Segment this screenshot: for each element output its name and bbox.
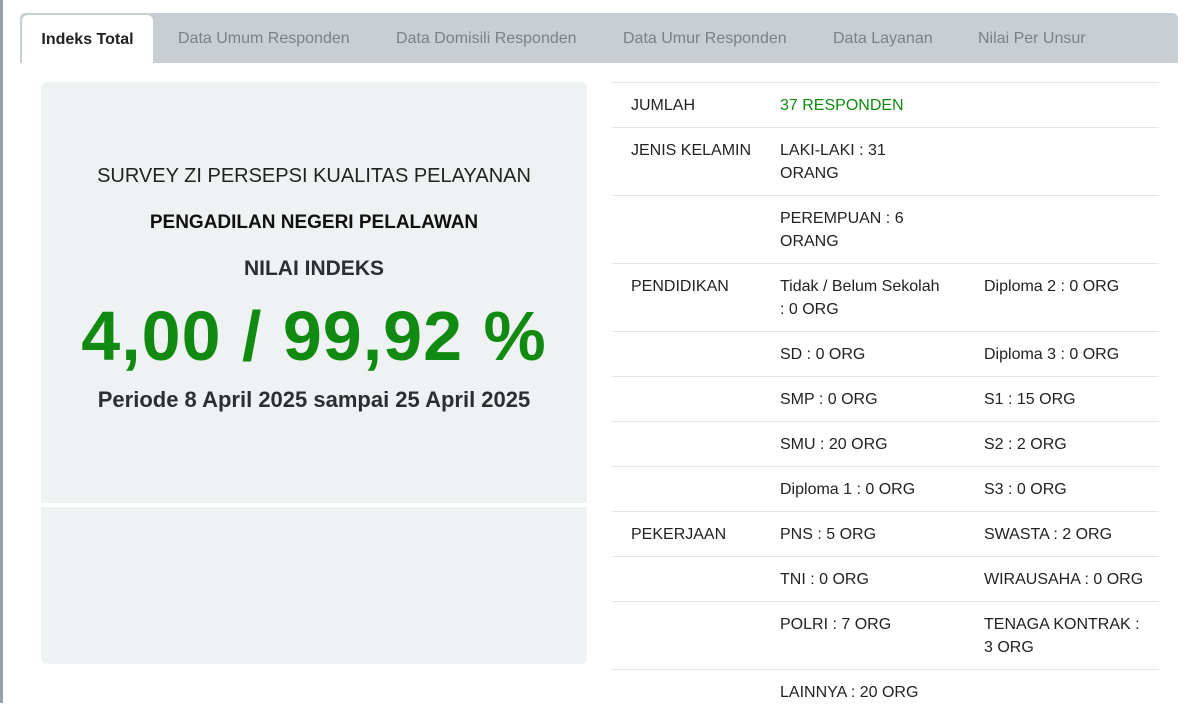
- table-cell: POLRI : 7 ORG: [780, 602, 957, 670]
- tab-indeks-total[interactable]: Indeks Total: [22, 15, 153, 63]
- tab-bar: Indeks Total Data Umum Responden Data Do…: [20, 13, 1178, 63]
- table-cell: LAINNYA : 20 ORG: [780, 670, 957, 714]
- tab-data-domisili-responden[interactable]: Data Domisili Responden: [396, 13, 577, 63]
- table-cell: Diploma 2 : 0 ORG: [957, 264, 1159, 332]
- table-row: JUMLAH 37 RESPONDEN: [612, 83, 1159, 128]
- table-cell: PNS : 5 ORG: [780, 512, 957, 557]
- row-label: JUMLAH: [612, 83, 780, 128]
- table-cell: SD : 0 ORG: [780, 332, 957, 377]
- table-row: PEREMPUAN : 6 ORANG: [612, 196, 1159, 264]
- respondent-table: JUMLAH 37 RESPONDEN JENIS KELAMIN LAKI-L…: [612, 82, 1159, 714]
- survey-period: Periode 8 April 2025 sampai 25 April 202…: [41, 387, 587, 413]
- table-cell: Diploma 1 : 0 ORG: [780, 467, 957, 512]
- table-cell: SMP : 0 ORG: [780, 377, 957, 422]
- table-row: SD : 0 ORG Diploma 3 : 0 ORG: [612, 332, 1159, 377]
- table-row: PENDIDIKAN Tidak / Belum Sekolah : 0 ORG…: [612, 264, 1159, 332]
- institution-name: PENGADILAN NEGERI PELALAWAN: [41, 212, 587, 234]
- row-label: JENIS KELAMIN: [612, 128, 780, 196]
- table-row: Diploma 1 : 0 ORG S3 : 0 ORG: [612, 467, 1159, 512]
- table-row: SMU : 20 ORG S2 : 2 ORG: [612, 422, 1159, 467]
- total-respondents: 37 RESPONDEN: [780, 83, 957, 128]
- table-row: JENIS KELAMIN LAKI-LAKI : 31 ORANG: [612, 128, 1159, 196]
- index-summary-panel-footer: [41, 507, 587, 664]
- table-cell: TENAGA KONTRAK : 3 ORG: [957, 602, 1159, 670]
- tab-data-umur-responden[interactable]: Data Umur Responden: [623, 13, 787, 63]
- table-cell: Diploma 3 : 0 ORG: [957, 332, 1159, 377]
- table-cell: LAKI-LAKI : 31 ORANG: [780, 128, 957, 196]
- table-cell: S1 : 15 ORG: [957, 377, 1159, 422]
- table-cell: SMU : 20 ORG: [780, 422, 957, 467]
- table-cell: SWASTA : 2 ORG: [957, 512, 1159, 557]
- table-cell: Tidak / Belum Sekolah : 0 ORG: [780, 264, 957, 332]
- row-label: PEKERJAAN: [612, 512, 780, 557]
- table-row: PEKERJAAN PNS : 5 ORG SWASTA : 2 ORG: [612, 512, 1159, 557]
- table-cell: TNI : 0 ORG: [780, 557, 957, 602]
- table-row: SMP : 0 ORG S1 : 15 ORG: [612, 377, 1159, 422]
- index-label: NILAI INDEKS: [41, 257, 587, 281]
- index-summary-panel: [41, 82, 587, 503]
- tab-nilai-per-unsur[interactable]: Nilai Per Unsur: [978, 13, 1086, 63]
- window-edge: [0, 0, 3, 703]
- survey-title: SURVEY ZI PERSEPSI KUALITAS PELAYANAN: [41, 165, 587, 188]
- table-cell: S3 : 0 ORG: [957, 467, 1159, 512]
- table-row: LAINNYA : 20 ORG: [612, 670, 1159, 714]
- tab-data-umum-responden[interactable]: Data Umum Responden: [178, 13, 350, 63]
- table-cell: PEREMPUAN : 6 ORANG: [780, 196, 957, 264]
- index-value: 4,00 / 99,92 %: [41, 296, 587, 376]
- table-row: POLRI : 7 ORG TENAGA KONTRAK : 3 ORG: [612, 602, 1159, 670]
- row-label: PENDIDIKAN: [612, 264, 780, 332]
- table-row: TNI : 0 ORG WIRAUSAHA : 0 ORG: [612, 557, 1159, 602]
- table-cell: S2 : 2 ORG: [957, 422, 1159, 467]
- table-cell: WIRAUSAHA : 0 ORG: [957, 557, 1159, 602]
- tab-data-layanan[interactable]: Data Layanan: [833, 13, 933, 63]
